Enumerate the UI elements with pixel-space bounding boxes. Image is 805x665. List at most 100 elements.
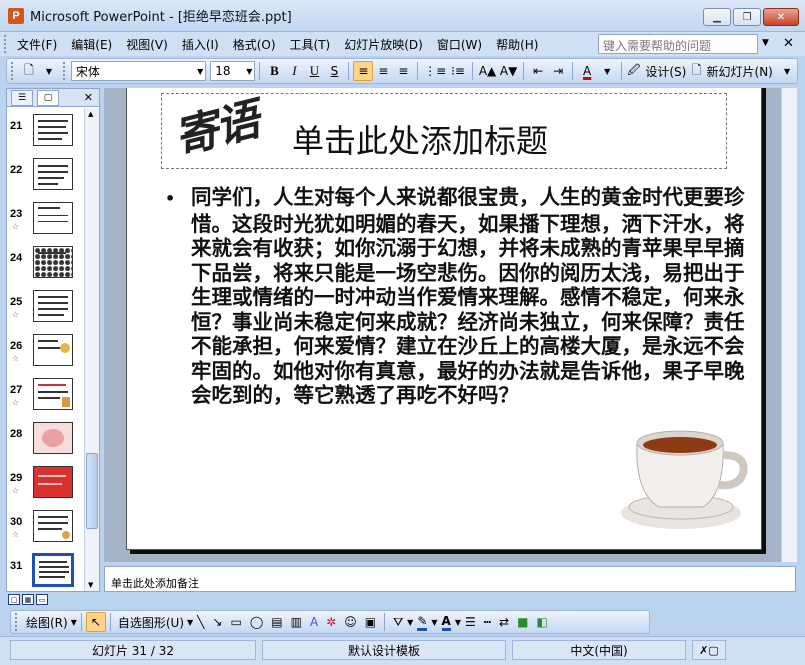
line-icon[interactable]: ╲ — [197, 615, 204, 629]
chevron-down-icon[interactable]: ▼ — [407, 618, 413, 627]
italic-button[interactable]: I — [284, 61, 304, 81]
autoshapes-button[interactable]: 自选图形(U) — [115, 614, 187, 631]
thumbnail-scrollbar[interactable]: ▲ ▼ — [84, 108, 99, 591]
thumbnail-item[interactable]: 27 ☆ — [7, 376, 85, 416]
thumbnail-item[interactable]: 23 ☆ — [7, 200, 85, 240]
rectangle-icon[interactable]: ▭ — [230, 615, 241, 629]
thumbnail-image[interactable] — [32, 553, 74, 587]
menu-window[interactable]: 窗口(W) — [430, 36, 489, 53]
chevron-down-icon[interactable]: ▼ — [762, 38, 769, 48]
toolbar-options-icon[interactable]: ▼ — [39, 61, 59, 81]
minimize-icon[interactable]: ▁ — [703, 8, 731, 26]
thumbnail-item[interactable]: 21 — [7, 112, 85, 152]
slide-scrollbar[interactable] — [781, 88, 797, 562]
toolbar-grip[interactable] — [15, 613, 19, 631]
outline-tab[interactable]: ☰ — [11, 89, 33, 106]
scroll-thumb[interactable] — [86, 453, 98, 529]
decrease-indent-icon[interactable]: ⇤ — [528, 61, 548, 81]
spelling-icon[interactable]: ✗▢ — [692, 640, 726, 660]
thumbnail-image[interactable] — [33, 510, 73, 542]
diagram-icon[interactable]: ✲ — [326, 615, 336, 629]
slideshow-icon[interactable]: ▭ — [36, 594, 48, 605]
thumbnail-image[interactable] — [33, 466, 73, 498]
oval-icon[interactable]: ◯ — [250, 615, 263, 629]
slides-tab[interactable]: ▢ — [37, 89, 59, 106]
coffee-cup-image[interactable] — [619, 415, 749, 533]
restore-icon[interactable]: ❐ — [733, 8, 761, 26]
menu-slideshow[interactable]: 幻灯片放映(D) — [337, 36, 430, 53]
thumbnail-item[interactable]: 26 ☆ — [7, 332, 85, 372]
menu-format[interactable]: 格式(O) — [226, 36, 283, 53]
powerpoint-icon[interactable]: P — [8, 7, 24, 24]
normal-view-icon[interactable]: ▢ — [8, 594, 20, 605]
thumbnail-image[interactable] — [33, 114, 73, 146]
body-text[interactable]: 同学们，人生对每个人来说都很宝贵，人生的黄金时代更要珍惜。这段时光犹如明媚的春天… — [165, 185, 745, 408]
new-document-icon[interactable]: 🗋 — [19, 61, 39, 81]
font-name-select[interactable]: 宋体 ▼ — [70, 61, 207, 81]
select-arrow-icon[interactable]: ↖ — [85, 612, 106, 632]
close-document-icon[interactable]: ✕ — [783, 36, 794, 51]
toolbar-grip-2[interactable] — [62, 62, 67, 80]
thumbnail-item[interactable]: 25 ☆ — [7, 288, 85, 328]
slide-sorter-icon[interactable]: ▦ — [22, 594, 34, 605]
align-center-icon[interactable]: ≡ — [373, 61, 393, 81]
decrease-font-icon[interactable]: A▼ — [498, 61, 519, 81]
thumbnail-item[interactable]: 28 — [7, 420, 85, 460]
numbered-list-icon[interactable]: ⋮≡ — [422, 61, 448, 81]
arrow-icon[interactable]: ↘ — [212, 615, 222, 629]
increase-font-icon[interactable]: A▲ — [477, 61, 498, 81]
vertical-textbox-icon[interactable]: ▥ — [291, 615, 302, 629]
picture-icon[interactable]: ▣ — [365, 615, 376, 629]
shadow-style-icon[interactable]: ■ — [517, 615, 528, 629]
menu-view[interactable]: 视图(V) — [119, 36, 175, 53]
font-color-icon[interactable]: A — [577, 61, 597, 81]
font-color-icon[interactable]: A — [441, 614, 451, 631]
toolbar-grip[interactable] — [11, 62, 15, 80]
scroll-down-icon[interactable]: ▼ — [88, 581, 93, 589]
thumbnail-item[interactable]: 24 — [7, 244, 85, 284]
menu-tools[interactable]: 工具(T) — [283, 36, 338, 53]
thumbnail-item[interactable]: 30 ☆ — [7, 508, 85, 548]
fill-color-icon[interactable]: ⛛ — [393, 615, 403, 630]
close-icon[interactable]: ✕ — [763, 8, 799, 26]
arrow-style-icon[interactable]: ⇄ — [499, 615, 509, 629]
thumbnail-image[interactable] — [33, 290, 73, 322]
toolbar-options-icon[interactable]: ▼ — [777, 61, 797, 81]
menu-file[interactable]: 文件(F) — [10, 36, 64, 53]
wordart-icon[interactable]: A — [310, 615, 318, 629]
thumbnail-image[interactable] — [33, 202, 73, 234]
design-template[interactable]: 默认设计模板 — [262, 640, 506, 660]
chevron-down-icon[interactable]: ▼ — [431, 618, 437, 627]
menu-insert[interactable]: 插入(I) — [175, 36, 226, 53]
new-slide-button[interactable]: 🗋 新幻灯片(N) — [691, 61, 777, 81]
menu-help[interactable]: 帮助(H) — [489, 36, 545, 53]
align-left-icon[interactable]: ≡ — [353, 61, 374, 81]
notes-pane[interactable]: 单击此处添加备注 — [104, 566, 796, 592]
scroll-up-icon[interactable]: ▲ — [88, 110, 93, 118]
clipart-icon[interactable]: ☺ — [344, 615, 357, 629]
language-indicator[interactable]: 中文(中国) — [512, 640, 686, 660]
thumbnail-item-selected[interactable]: 31 — [7, 552, 85, 591]
increase-indent-icon[interactable]: ⇥ — [548, 61, 568, 81]
underline-button[interactable]: U — [304, 61, 324, 81]
chevron-down-icon[interactable]: ▼ — [597, 61, 617, 81]
chevron-down-icon[interactable]: ▼ — [71, 618, 77, 627]
textbox-icon[interactable]: ▤ — [271, 615, 282, 629]
thumbnail-image[interactable] — [33, 246, 73, 278]
thumbnail-image[interactable] — [33, 158, 73, 190]
bold-button[interactable]: B — [264, 61, 284, 81]
help-search-input[interactable]: 键入需要帮助的问题 — [598, 34, 758, 54]
thumbnail-item[interactable]: 22 — [7, 156, 85, 196]
close-icon[interactable]: ✕ — [84, 91, 93, 104]
align-right-icon[interactable]: ≡ — [393, 61, 413, 81]
thumbnail-image[interactable] — [33, 422, 73, 454]
chevron-down-icon[interactable]: ▼ — [455, 618, 461, 627]
shadow-button[interactable]: S — [324, 61, 344, 81]
font-size-select[interactable]: 18 ▼ — [210, 61, 256, 81]
slide-canvas[interactable]: 单击此处添加标题 寄语 同学们，人生对每个人来说都很宝贵，人生的黄金时代更要珍惜… — [126, 88, 762, 550]
thumbnail-image[interactable] — [33, 334, 73, 366]
thumbnail-image[interactable] — [33, 378, 73, 410]
draw-menu-button[interactable]: 绘图(R) — [23, 614, 71, 631]
line-color-icon[interactable]: ✎ — [417, 614, 428, 631]
thumbnail-item[interactable]: 29 ☆ — [7, 464, 85, 504]
